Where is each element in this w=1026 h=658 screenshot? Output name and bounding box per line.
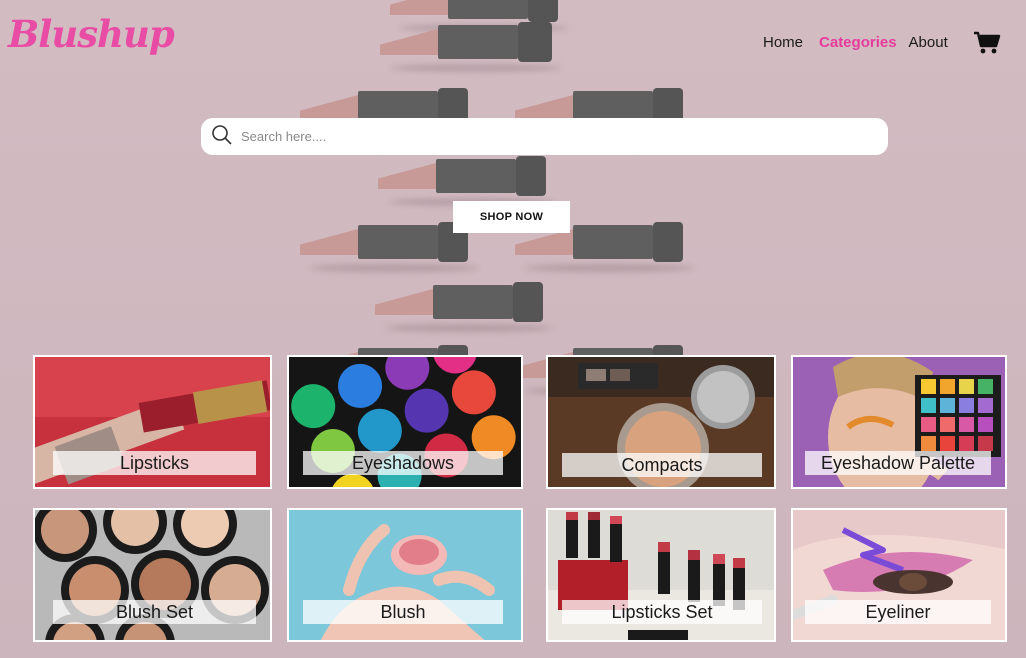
category-card-eyeshadow-palette[interactable]: Eyeshadow Palette [791, 355, 1007, 489]
category-card-blush[interactable]: Blush [287, 508, 523, 642]
category-label: Eyeshadow Palette [805, 451, 991, 475]
category-label: Lipsticks Set [562, 600, 762, 624]
shop-now-button[interactable]: SHOP NOW [453, 201, 570, 233]
category-label: Eyeshadows [303, 451, 503, 475]
category-card-lipsticks[interactable]: Lipsticks [33, 355, 272, 489]
search-icon[interactable] [211, 124, 233, 150]
lipstick-image [378, 156, 556, 206]
category-label: Blush Set [53, 600, 256, 624]
main-nav: Home Categories About [763, 34, 964, 51]
lipstick-image [300, 222, 478, 272]
nav-categories[interactable]: Categories [819, 34, 897, 51]
category-label: Lipsticks [53, 451, 256, 475]
category-card-lipsticks-set[interactable]: Lipsticks Set [546, 508, 776, 642]
category-label: Compacts [562, 453, 762, 477]
category-card-eyeshadows[interactable]: Eyeshadows [287, 355, 523, 489]
search-input[interactable] [241, 129, 841, 144]
category-label: Blush [303, 600, 503, 624]
category-card-blush-set[interactable]: Blush Set [33, 508, 272, 642]
search-bar [201, 118, 888, 155]
category-card-eyeliner[interactable]: Eyeliner [791, 508, 1007, 642]
shopping-cart-icon[interactable] [973, 30, 1001, 56]
lipstick-image [380, 22, 562, 72]
category-card-compacts[interactable]: Compacts [546, 355, 776, 489]
lipstick-image [390, 0, 568, 32]
brand-logo[interactable]: Blushup [8, 12, 175, 56]
lipstick-image [375, 282, 553, 332]
nav-about[interactable]: About [909, 34, 948, 51]
category-label: Eyeliner [805, 600, 991, 624]
nav-home[interactable]: Home [763, 34, 803, 51]
